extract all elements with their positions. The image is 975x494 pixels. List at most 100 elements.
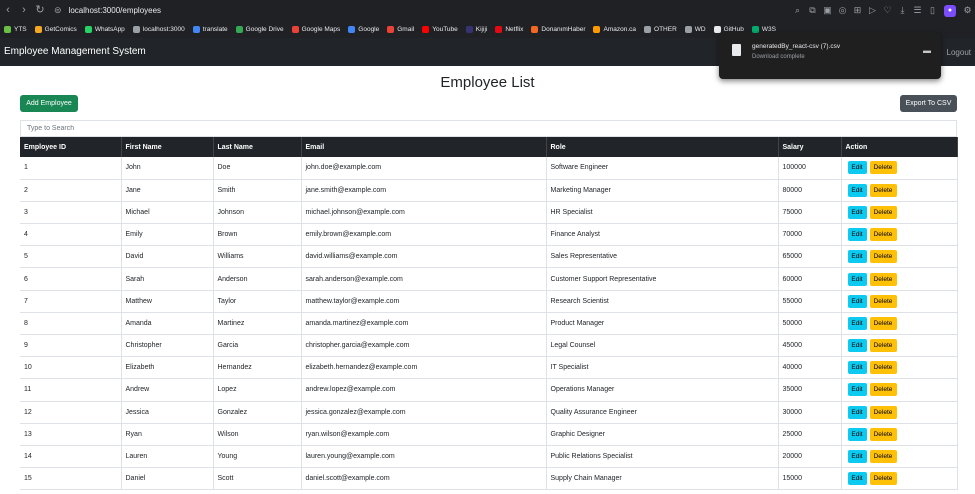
folder-icon[interactable]: ▬ (923, 46, 931, 55)
cell-last-name: Wilson (213, 423, 302, 446)
downloads-icon[interactable]: ⤓ (895, 5, 910, 16)
logout-link[interactable]: Logout (947, 48, 971, 57)
delete-button[interactable]: Delete (869, 228, 897, 242)
edit-button[interactable]: Edit (847, 405, 867, 419)
cell-email: michael.johnson@example.com (301, 201, 547, 225)
back-icon[interactable]: ‹ (0, 0, 16, 21)
cell-salary: 65000 (778, 245, 842, 269)
download-status: Download complete (752, 54, 805, 60)
brand-title[interactable]: Employee Management System (4, 46, 146, 57)
bookmark-favicon-icon (132, 26, 140, 33)
bookmark-item[interactable]: W3S (751, 26, 776, 33)
screenshot-icon[interactable]: ▣ (820, 5, 835, 16)
delete-button[interactable]: Delete (869, 183, 897, 197)
search-input[interactable] (20, 120, 957, 137)
cell-salary: 70000 (778, 223, 842, 247)
bookmark-favicon-icon (531, 26, 539, 33)
bookmark-item[interactable]: OTHER (644, 26, 677, 33)
reload-icon[interactable]: ↻ (32, 0, 48, 21)
edit-button[interactable]: Edit (847, 294, 867, 308)
header-salary[interactable]: Salary (778, 137, 842, 157)
bookmark-item[interactable]: YTS (4, 26, 27, 33)
delete-button[interactable]: Delete (869, 316, 897, 330)
delete-button[interactable]: Delete (869, 339, 897, 353)
edit-button[interactable]: Edit (847, 339, 867, 353)
delete-button[interactable]: Delete (869, 272, 897, 286)
table-row: 5 David Williams david.williams@example.com… (20, 245, 958, 269)
table-row: 1 John Doe john.doe@example.com Software Eng… (20, 157, 958, 180)
bookmark-item[interactable]: GitHub (713, 26, 744, 33)
settings-icon[interactable]: ⚙ (960, 5, 975, 16)
media-icon[interactable]: ▷ (865, 5, 880, 16)
edit-button[interactable]: Edit (847, 361, 867, 375)
share-icon[interactable]: ⧉ (805, 5, 820, 16)
edit-button[interactable]: Edit (847, 383, 867, 397)
cell-employee-id: 15 (20, 467, 122, 491)
bookmark-item[interactable]: Google Drive (235, 26, 284, 33)
cell-first-name: Andrew (121, 378, 214, 402)
delete-button[interactable]: Delete (869, 361, 897, 375)
extensions-icon[interactable]: ⊞ (850, 5, 865, 16)
delete-button[interactable]: Delete (869, 405, 897, 419)
export-csv-button[interactable]: Export To CSV (900, 95, 957, 112)
delete-button[interactable]: Delete (869, 383, 897, 397)
delete-button[interactable]: Delete (869, 472, 897, 486)
cell-first-name: Matthew (121, 290, 214, 313)
bookmark-item[interactable]: Kijiji (465, 26, 488, 33)
edit-button[interactable]: Edit (847, 450, 867, 464)
table-row: 11 Andrew Lopez andrew.lopez@example.com Ope… (20, 378, 958, 402)
bookmark-item[interactable]: translate (192, 26, 228, 33)
delete-button[interactable]: Delete (869, 294, 897, 308)
cell-salary: 45000 (778, 334, 842, 358)
cell-role: Graphic Designer (546, 423, 779, 446)
bookmark-item[interactable]: Netflix (495, 26, 523, 33)
delete-button[interactable]: Delete (869, 250, 897, 264)
forward-icon[interactable]: › (16, 0, 32, 21)
header-employee-id[interactable]: Employee ID (20, 137, 122, 157)
address-bar[interactable]: ⊜ localhost:3000/employees (54, 2, 161, 19)
header-email[interactable]: Email (301, 137, 547, 157)
edit-button[interactable]: Edit (847, 183, 867, 197)
bookmark-item[interactable]: Gmail (387, 26, 414, 33)
bookmark-item[interactable]: Amazon.ca (593, 26, 636, 33)
bookmark-item[interactable]: WD (684, 26, 706, 33)
bookmark-favicon-icon (465, 26, 473, 33)
edit-button[interactable]: Edit (847, 250, 867, 264)
header-role[interactable]: Role (546, 137, 779, 157)
edit-button[interactable]: Edit (847, 427, 867, 441)
zoom-icon[interactable]: ⌕ (790, 5, 805, 16)
delete-button[interactable]: Delete (869, 450, 897, 464)
bookmark-item[interactable]: YouTube (422, 26, 458, 33)
cell-salary: 15000 (778, 467, 842, 491)
edit-button[interactable]: Edit (847, 161, 867, 175)
profile-avatar[interactable]: ● (944, 4, 956, 17)
site-info-icon[interactable]: ⊜ (54, 5, 62, 16)
header-last-name[interactable]: Last Name (213, 137, 302, 157)
page-title: Employee List (440, 74, 535, 91)
delete-button[interactable]: Delete (869, 161, 897, 175)
edit-button[interactable]: Edit (847, 205, 867, 219)
bookmark-label: Kijiji (475, 26, 488, 33)
bookmark-item[interactable]: Google (348, 26, 379, 33)
bookmark-item[interactable]: GetComics (34, 26, 77, 33)
delete-button[interactable]: Delete (869, 205, 897, 219)
bookmark-item[interactable]: localhost:3000 (132, 26, 185, 33)
cell-role: IT Specialist (546, 356, 779, 380)
cell-action: Edit Delete (841, 423, 958, 446)
reading-list-icon[interactable]: ☰ (910, 5, 925, 16)
edit-button[interactable]: Edit (847, 228, 867, 242)
bookmark-item[interactable]: DonanımHaber (531, 26, 585, 33)
add-employee-button[interactable]: Add Employee (20, 95, 78, 112)
extension-icon[interactable]: ◎ (835, 5, 850, 16)
edit-button[interactable]: Edit (847, 272, 867, 286)
bookmark-item[interactable]: Google Maps (291, 26, 340, 33)
download-filename[interactable]: generatedBy_react-csv (7).csv (752, 43, 840, 50)
cell-email: andrew.lopez@example.com (301, 378, 547, 402)
header-first-name[interactable]: First Name (121, 137, 214, 157)
edit-button[interactable]: Edit (847, 316, 867, 330)
favorite-icon[interactable]: ♡ (880, 5, 895, 16)
bookmark-item[interactable]: WhatsApp (84, 26, 125, 33)
edit-button[interactable]: Edit (847, 472, 867, 486)
sidebar-icon[interactable]: ▯ (925, 5, 940, 16)
delete-button[interactable]: Delete (869, 427, 897, 441)
